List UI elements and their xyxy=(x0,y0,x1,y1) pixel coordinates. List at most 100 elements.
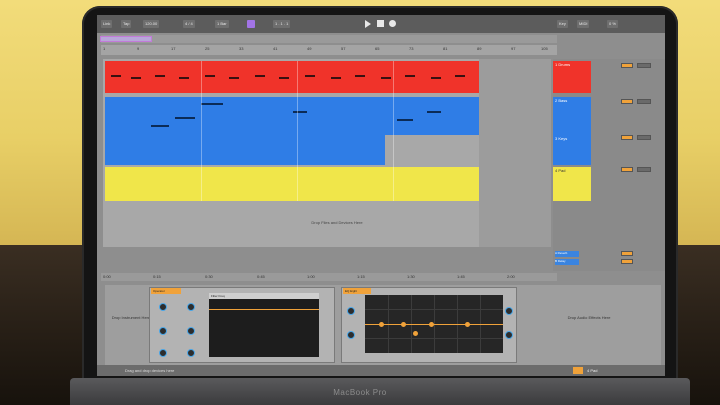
instrument-envelope-display[interactable] xyxy=(209,299,319,357)
instrument-device-title[interactable]: Operator xyxy=(151,288,181,294)
eq-band-handle[interactable] xyxy=(413,331,418,336)
drop-effects-hint: Drop Audio Effects Here xyxy=(567,315,611,320)
midi-note xyxy=(175,117,195,119)
return-track-a[interactable]: A Reverb xyxy=(555,251,579,257)
ruler-label: 105 xyxy=(541,46,548,51)
keys-clip[interactable] xyxy=(105,135,385,165)
laptop-screen: Link Tap 120.00 4 / 4 1 Bar 1 . 1 . 1 Ke… xyxy=(97,15,665,376)
device-knob[interactable] xyxy=(187,327,195,335)
meter-field[interactable]: 4 / 4 xyxy=(183,20,195,28)
ruler-label: 1 xyxy=(103,46,106,51)
cpu-meter: 0 % xyxy=(607,20,618,28)
link-button[interactable]: Link xyxy=(101,20,113,28)
track-activator[interactable] xyxy=(621,135,633,140)
track-name: 2 Bass xyxy=(555,98,568,103)
eq-band-handle[interactable] xyxy=(401,322,406,327)
eq-knob[interactable] xyxy=(505,331,513,339)
transport-bar: Link Tap 120.00 4 / 4 1 Bar 1 . 1 . 1 Ke… xyxy=(97,15,665,33)
device-knob[interactable] xyxy=(159,303,167,311)
time-label: 1:15 xyxy=(357,274,365,279)
return-activator[interactable] xyxy=(621,259,633,264)
eq-knob[interactable] xyxy=(347,307,355,315)
laptop-brand-label: MacBook Pro xyxy=(333,388,387,397)
time-ruler[interactable]: 0:00 0:15 0:30 0:45 1:00 1:15 1:30 1:45 … xyxy=(101,273,557,281)
eq-device-title[interactable]: EQ Eight xyxy=(343,288,371,294)
midi-note xyxy=(331,77,341,79)
tempo-field[interactable]: 120.00 xyxy=(143,20,160,28)
tap-button[interactable]: Tap xyxy=(121,20,132,28)
bar-gridline xyxy=(393,61,394,201)
empty-arrangement-area[interactable] xyxy=(479,59,551,247)
status-track-name: 4 Pad xyxy=(587,368,598,373)
status-message: Drag and drop devices here xyxy=(125,368,175,373)
drop-files-hint: Drop Files and Devices Here xyxy=(311,220,363,225)
play-icon[interactable] xyxy=(365,20,371,28)
track-name: 1 Drums xyxy=(555,62,571,67)
beat-ruler[interactable]: 1 9 17 25 33 41 49 57 65 73 81 89 97 105 xyxy=(101,45,557,55)
track-activator[interactable] xyxy=(621,63,633,68)
midi-note xyxy=(405,75,415,77)
status-track-color xyxy=(573,367,583,374)
track-header-drums[interactable]: 1 Drums xyxy=(553,61,591,93)
ruler-label: 65 xyxy=(375,46,380,51)
stop-icon[interactable] xyxy=(377,20,384,27)
track-activator[interactable] xyxy=(621,99,633,104)
midi-note xyxy=(381,77,391,79)
track-solo[interactable] xyxy=(637,63,651,68)
quantize-menu[interactable]: 1 Bar xyxy=(215,20,229,28)
return-track-b[interactable]: B Delay xyxy=(555,259,579,265)
midi-note xyxy=(455,75,465,77)
device-knob[interactable] xyxy=(187,303,195,311)
midi-note xyxy=(431,77,441,79)
midi-note xyxy=(111,75,121,77)
eq-curve xyxy=(365,324,503,325)
time-label: 0:15 xyxy=(153,274,161,279)
eq-band-handle[interactable] xyxy=(465,322,470,327)
midi-note xyxy=(155,75,165,77)
midi-note xyxy=(293,111,307,113)
eq-band-handle[interactable] xyxy=(379,322,384,327)
arrangement-overview[interactable] xyxy=(101,35,557,43)
midi-note xyxy=(255,75,265,77)
time-label: 1:45 xyxy=(457,274,465,279)
device-knob[interactable] xyxy=(159,349,167,357)
midi-note xyxy=(355,75,365,77)
overview-selection[interactable] xyxy=(100,36,152,42)
eq-display[interactable] xyxy=(365,295,503,353)
ruler-label: 49 xyxy=(307,46,312,51)
position-field[interactable]: 1 . 1 . 1 xyxy=(273,20,291,28)
track-solo[interactable] xyxy=(637,99,651,104)
envelope-line xyxy=(209,309,319,310)
return-activator[interactable] xyxy=(621,251,633,256)
time-label: 1:00 xyxy=(307,274,315,279)
ruler-label: 57 xyxy=(341,46,346,51)
follow-toggle[interactable] xyxy=(247,20,255,28)
pad-clip[interactable] xyxy=(105,167,479,201)
time-label: 0:30 xyxy=(205,274,213,279)
midi-map-button[interactable]: MIDI xyxy=(577,20,590,28)
bar-gridline xyxy=(297,61,298,201)
eq-knob[interactable] xyxy=(505,307,513,315)
time-label: 0:00 xyxy=(103,274,111,279)
time-label: 0:45 xyxy=(257,274,265,279)
track-name: 4 Pad xyxy=(555,168,566,173)
eq-band-handle[interactable] xyxy=(429,322,434,327)
midi-note xyxy=(305,75,315,77)
track-solo[interactable] xyxy=(637,135,651,140)
track-header-keys[interactable]: 3 Keys xyxy=(553,135,591,165)
track-solo[interactable] xyxy=(637,167,651,172)
track-header-bass[interactable]: 2 Bass xyxy=(553,97,591,135)
ruler-label: 89 xyxy=(477,46,482,51)
device-knob[interactable] xyxy=(187,349,195,357)
eq-knob[interactable] xyxy=(347,331,355,339)
device-knob[interactable] xyxy=(159,327,167,335)
drums-clip[interactable] xyxy=(105,61,479,93)
track-activator[interactable] xyxy=(621,167,633,172)
track-header-pad[interactable]: 4 Pad xyxy=(553,167,591,201)
bass-clip[interactable] xyxy=(105,97,479,135)
record-icon[interactable] xyxy=(389,20,396,27)
midi-note xyxy=(397,119,413,121)
key-map-button[interactable]: Key xyxy=(557,20,568,28)
drop-instrument-hint: Drop Instrument Here xyxy=(111,315,151,320)
ruler-label: 73 xyxy=(409,46,414,51)
